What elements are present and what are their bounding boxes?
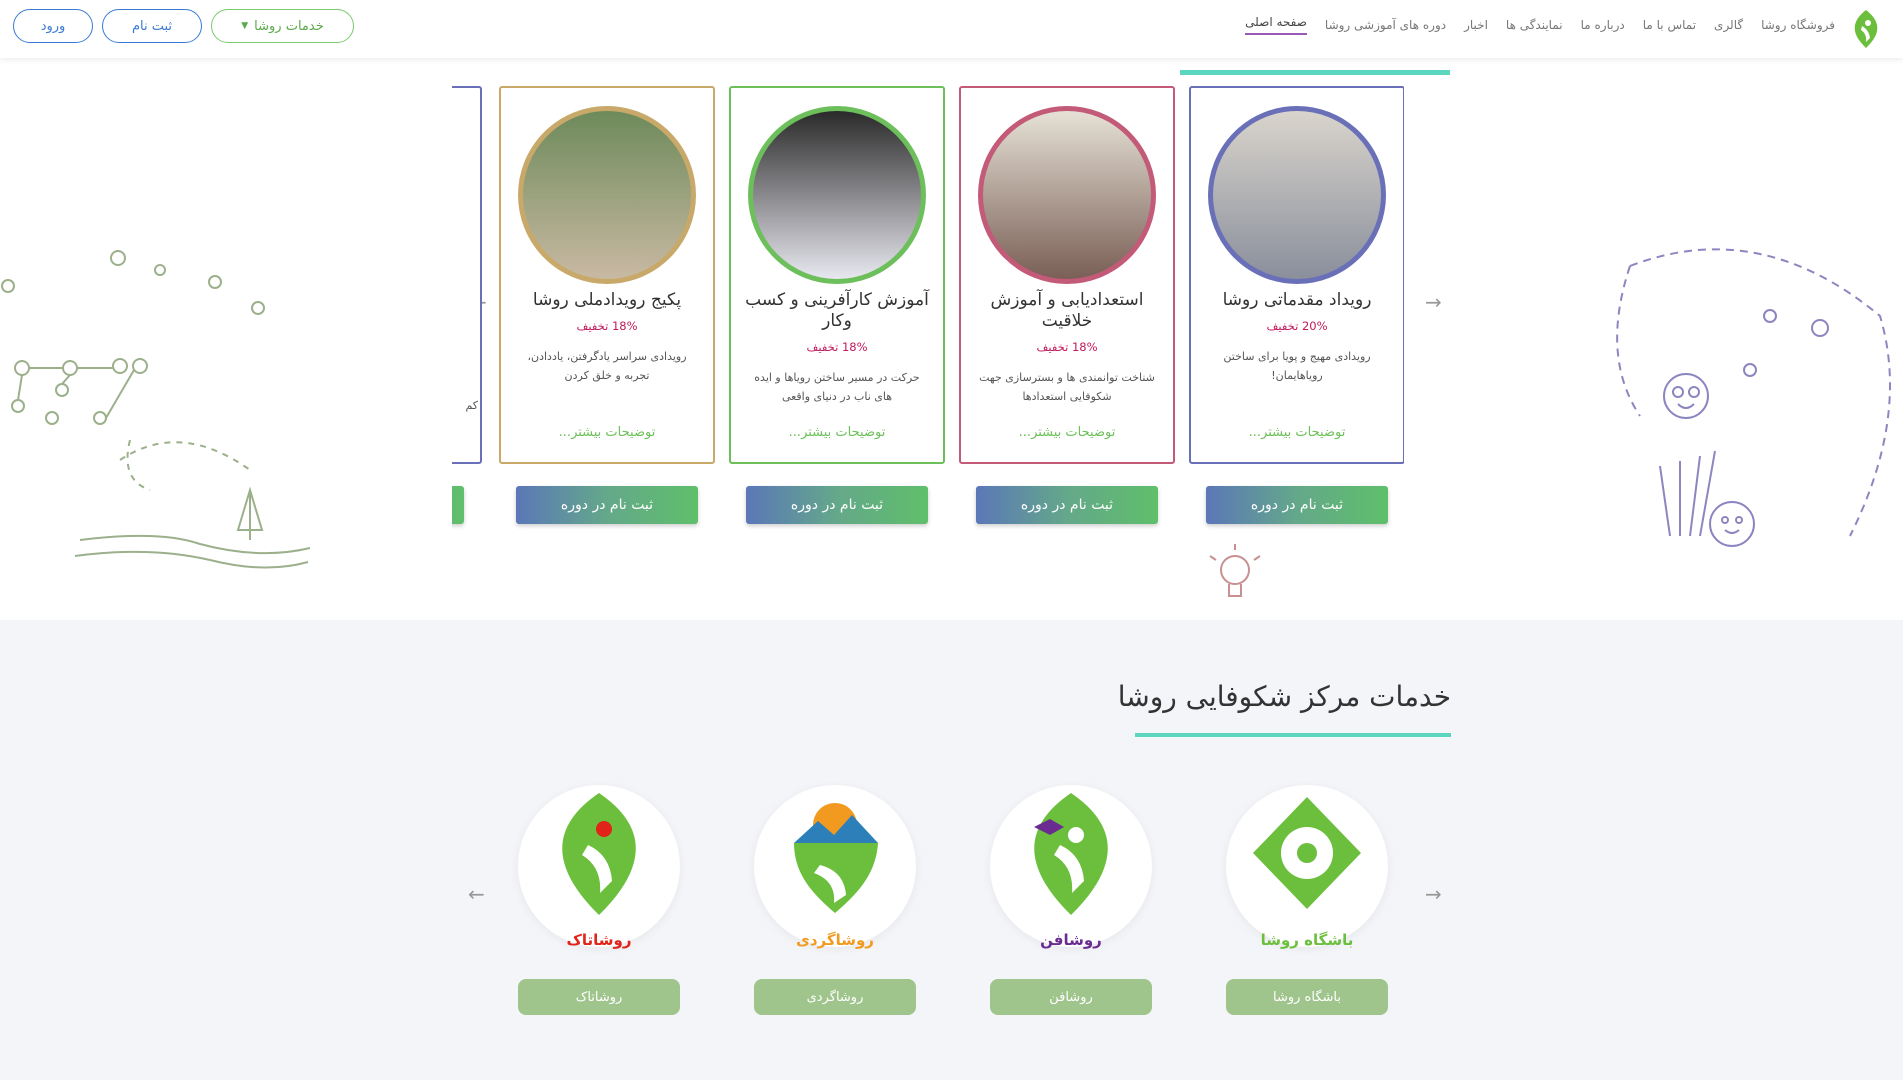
doodle-right-decoration: [1616, 248, 1891, 547]
service-logo-club: [1226, 785, 1388, 947]
bulb-decoration: [1209, 544, 1261, 597]
course-discount: 20% تخفیف: [1266, 319, 1328, 333]
enroll-button[interactable]: ثبت نام در دوره: [1206, 486, 1388, 524]
section-heading-underline: [1180, 70, 1450, 75]
course-title: پکیج رویدادملی روشا: [532, 290, 682, 310]
top-navbar: صفحه اصلی دوره های آموزشی روشا اخبار نما…: [0, 0, 1903, 58]
course-card[interactable]: رویداد مقدماتی روشا 20% تخفیف رویدادی مه…: [1189, 86, 1404, 464]
register-button[interactable]: ثبت نام: [102, 9, 202, 43]
course-more-link[interactable]: توضیحات بیشتر...: [961, 425, 1173, 440]
service-card[interactable]: روشاتاک روشاتاک: [501, 785, 697, 1033]
course-desc: حرکت در مسیر ساختن رویاها و ایده های ناب…: [754, 371, 920, 403]
enroll-button[interactable]: ثبت نام در دوره: [976, 486, 1158, 524]
doodle-left-decoration: [1, 250, 311, 569]
main-menu: صفحه اصلی دوره های آموزشی روشا اخبار نما…: [1245, 0, 1835, 50]
menu-shop[interactable]: فروشگاه روشا: [1761, 18, 1835, 32]
courses-carousel: کم رویداد مقدماتی روشا 20% تخفیف رویدادی…: [452, 86, 1404, 530]
enroll-button[interactable]: ثبت نام در دوره: [746, 486, 928, 524]
course-discount: 18% تخفیف: [1036, 340, 1098, 354]
menu-agencies[interactable]: نمایندگی ها: [1506, 18, 1563, 32]
service-logo-text: روشاگردی: [796, 931, 874, 949]
login-button[interactable]: ورود: [13, 9, 93, 43]
services-title: خدمات مرکز شکوفایی روشا: [1117, 680, 1451, 713]
menu-about[interactable]: درباره ما: [1581, 18, 1625, 32]
course-card[interactable]: استعدادیابی و آموزش خلاقیت 18% تخفیف شنا…: [959, 86, 1175, 464]
menu-news[interactable]: اخبار: [1464, 18, 1488, 32]
services-dropdown-label: خدمات روشا: [254, 18, 324, 34]
service-logo-tak: [518, 785, 680, 947]
chevron-right-icon[interactable]: →: [1425, 290, 1442, 314]
service-button[interactable]: باشگاه روشا: [1226, 979, 1388, 1015]
service-logo-fan: [990, 785, 1152, 947]
course-discount: 18% تخفیف: [576, 319, 638, 333]
service-card[interactable]: روشاگردی روشاگردی: [737, 785, 933, 1033]
service-card[interactable]: روشافن روشافن: [973, 785, 1169, 1033]
course-desc: شناخت توانمندی ها و بسترسازی جهت شکوفایی…: [979, 371, 1155, 403]
course-photo: [748, 106, 926, 284]
course-photo: [518, 106, 696, 284]
service-button[interactable]: روشاگردی: [754, 979, 916, 1015]
rosha-logo[interactable]: [1849, 8, 1883, 50]
menu-home[interactable]: صفحه اصلی: [1245, 15, 1307, 35]
course-desc: رویدادی مهیج و پویا برای ساختن رویاهایما…: [1223, 350, 1371, 382]
enroll-button[interactable]: ثبت نام در دوره: [516, 486, 698, 524]
course-more-link[interactable]: توضیحات بیشتر...: [731, 425, 943, 440]
menu-gallery[interactable]: گالری: [1714, 18, 1743, 32]
course-photo: [978, 106, 1156, 284]
enroll-button-partial[interactable]: [452, 486, 464, 524]
menu-courses[interactable]: دوره های آموزشی روشا: [1325, 18, 1446, 32]
course-photo: [1208, 106, 1386, 284]
service-logo-gardi: [754, 785, 916, 947]
course-title: استعدادیابی و آموزش خلاقیت: [990, 290, 1144, 331]
course-card[interactable]: آموزش کارآفرینی و کسب وکار 18% تخفیف حرک…: [729, 86, 945, 464]
caret-down-icon: ▼: [241, 21, 249, 31]
service-logo-text: روشافن: [1040, 931, 1102, 949]
course-title: رویداد مقدماتی روشا: [1222, 290, 1372, 310]
course-card[interactable]: پکیج رویدادملی روشا 18% تخفیف رویدادی سر…: [499, 86, 715, 464]
service-logo-text: باشگاه روشا: [1260, 931, 1354, 949]
services-section: [0, 620, 1903, 1080]
service-button[interactable]: روشافن: [990, 979, 1152, 1015]
chevron-right-icon[interactable]: →: [1425, 882, 1442, 906]
service-button[interactable]: روشاتاک: [518, 979, 680, 1015]
course-card-partial[interactable]: کم: [452, 86, 482, 464]
service-card[interactable]: باشگاه روشا باشگاه روشا: [1209, 785, 1405, 1033]
course-more-link[interactable]: توضیحات بیشتر...: [501, 425, 713, 440]
service-logo-text: روشاتاک: [566, 931, 632, 949]
course-discount: 18% تخفیف: [806, 340, 868, 354]
services-title-underline: [1135, 733, 1451, 737]
course-desc-partial: کم: [465, 399, 478, 412]
course-more-link[interactable]: توضیحات بیشتر...: [1191, 425, 1403, 440]
menu-contact[interactable]: تماس با ما: [1643, 18, 1696, 32]
chevron-left-icon[interactable]: ←: [468, 882, 485, 906]
services-dropdown[interactable]: ▼ خدمات روشا: [211, 9, 354, 43]
course-title: آموزش کارآفرینی و کسب وکار: [745, 290, 929, 331]
course-desc: رویدادی سراسر یادگرفتن، یاددادن، تجربه و…: [527, 350, 687, 382]
